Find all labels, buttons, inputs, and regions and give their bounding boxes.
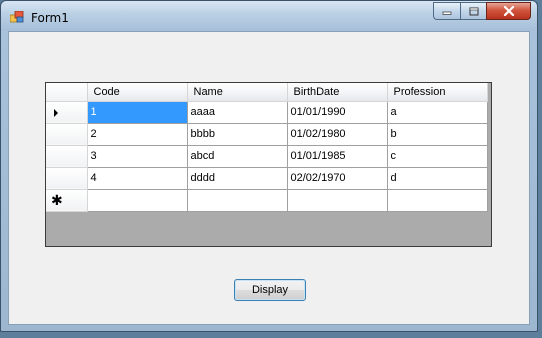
new-cell-code[interactable] bbox=[87, 189, 188, 212]
window-controls bbox=[433, 2, 531, 20]
corner-header-cell[interactable] bbox=[46, 83, 88, 102]
table-row[interactable]: 3 abcd 01/01/1985 c bbox=[46, 145, 488, 168]
new-cell-birthdate[interactable] bbox=[287, 189, 388, 212]
cell-code[interactable]: 1 bbox=[87, 101, 188, 124]
row-header[interactable] bbox=[46, 123, 88, 146]
row-header[interactable] bbox=[46, 167, 88, 190]
column-header-birthdate[interactable]: BirthDate bbox=[287, 83, 388, 102]
new-cell-name[interactable] bbox=[187, 189, 288, 212]
cell-code[interactable]: 4 bbox=[87, 167, 188, 190]
new-cell-profession[interactable] bbox=[387, 189, 488, 212]
maximize-button[interactable] bbox=[460, 2, 486, 20]
grid-table: Code Name BirthDate Profession 1 aaaa 01… bbox=[46, 83, 488, 212]
data-grid-view[interactable]: Code Name BirthDate Profession 1 aaaa 01… bbox=[45, 82, 492, 247]
cell-name[interactable]: dddd bbox=[187, 167, 288, 190]
display-button[interactable]: Display bbox=[234, 279, 306, 301]
row-header[interactable] bbox=[46, 101, 88, 124]
cell-profession[interactable]: c bbox=[387, 145, 488, 168]
new-row-star-icon: ✱ bbox=[51, 191, 63, 208]
form1-window: Form1 Code Name BirthDate Profession 1 a… bbox=[0, 0, 538, 332]
row-header[interactable] bbox=[46, 145, 88, 168]
maximize-icon bbox=[469, 7, 478, 15]
form-client-area: Code Name BirthDate Profession 1 aaaa 01… bbox=[8, 31, 530, 325]
table-row[interactable]: 2 bbbb 01/02/1980 b bbox=[46, 123, 488, 146]
new-row[interactable]: ✱ bbox=[46, 189, 488, 212]
form-app-icon bbox=[10, 11, 24, 23]
minimize-icon bbox=[442, 11, 452, 15]
table-row[interactable]: 4 dddd 02/02/1970 d bbox=[46, 167, 488, 190]
cell-name[interactable]: bbbb bbox=[187, 123, 288, 146]
minimize-button[interactable] bbox=[433, 2, 460, 20]
cell-profession[interactable]: a bbox=[387, 101, 488, 124]
column-header-name[interactable]: Name bbox=[187, 83, 288, 102]
cell-name[interactable]: aaaa bbox=[187, 101, 288, 124]
column-header-code[interactable]: Code bbox=[87, 83, 188, 102]
cell-code[interactable]: 3 bbox=[87, 145, 188, 168]
cell-profession[interactable]: d bbox=[387, 167, 488, 190]
cell-birthdate[interactable]: 02/02/1970 bbox=[287, 167, 388, 190]
close-button[interactable] bbox=[486, 2, 531, 20]
cell-birthdate[interactable]: 01/02/1980 bbox=[287, 123, 388, 146]
cell-profession[interactable]: b bbox=[387, 123, 488, 146]
column-header-profession[interactable]: Profession bbox=[387, 83, 488, 102]
window-title: Form1 bbox=[31, 11, 69, 25]
close-icon bbox=[503, 6, 514, 16]
cell-birthdate[interactable]: 01/01/1985 bbox=[287, 145, 388, 168]
cell-code[interactable]: 2 bbox=[87, 123, 188, 146]
title-bar[interactable]: Form1 bbox=[1, 1, 537, 31]
header-row: Code Name BirthDate Profession bbox=[46, 83, 488, 102]
table-row[interactable]: 1 aaaa 01/01/1990 a bbox=[46, 101, 488, 124]
cell-name[interactable]: abcd bbox=[187, 145, 288, 168]
row-arrow-icon bbox=[54, 108, 58, 117]
new-row-header[interactable]: ✱ bbox=[46, 189, 88, 212]
cell-birthdate[interactable]: 01/01/1990 bbox=[287, 101, 388, 124]
